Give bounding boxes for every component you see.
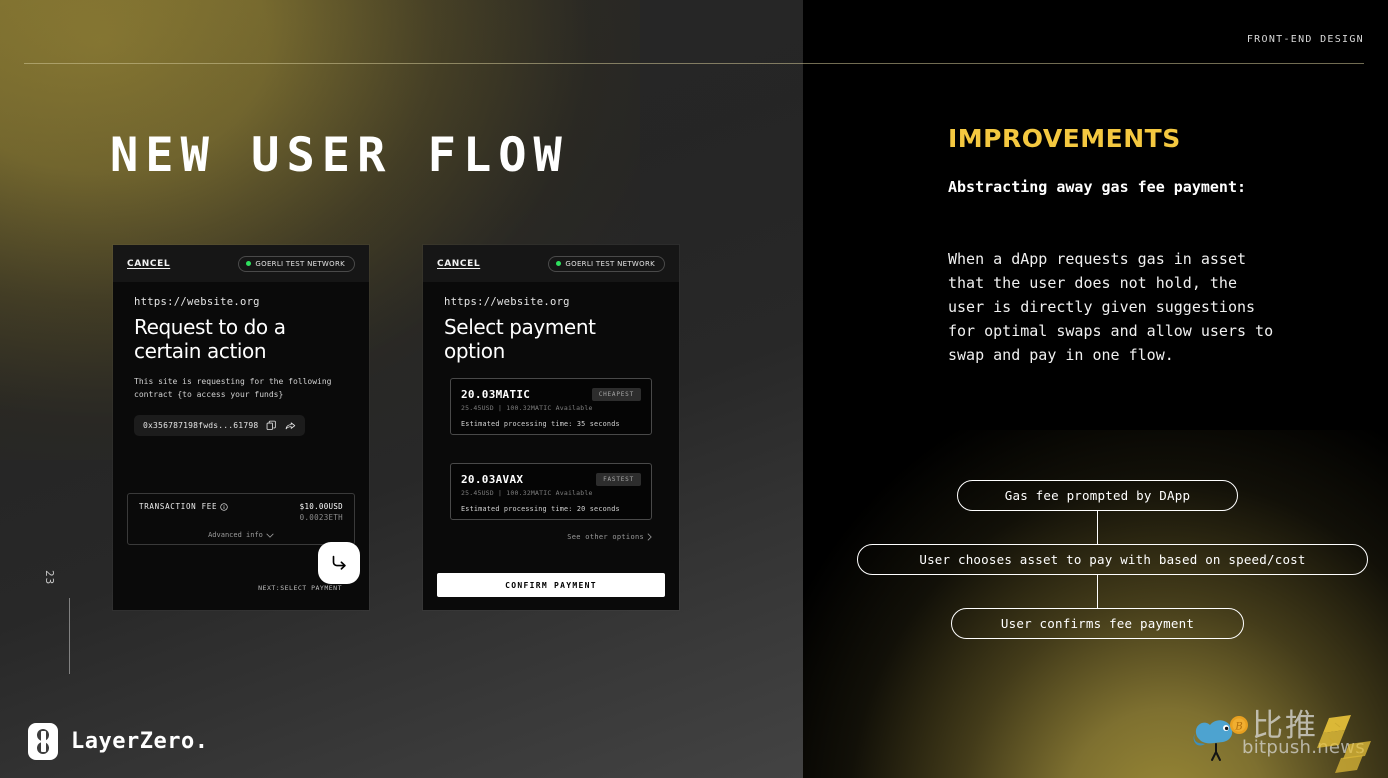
chevron-right-icon xyxy=(647,533,652,541)
network-status-dot-icon xyxy=(246,261,252,266)
layerzero-logo-icon xyxy=(28,723,58,760)
phone1-network-badge[interactable]: GOERLI TEST NETWORK xyxy=(238,255,355,272)
improvements-title: IMPROVEMENTS xyxy=(948,124,1181,153)
page-number: 23 xyxy=(43,570,56,586)
footer-brand: LayerZero. xyxy=(28,723,208,760)
phone1-contract-address: 0x356787198fwds...61798 xyxy=(143,420,259,430)
phone2-network-label: GOERLI TEST NETWORK xyxy=(565,259,655,268)
network-status-dot-icon xyxy=(556,261,562,266)
payment-option-header: 20.03AVAX FASTEST xyxy=(461,473,641,486)
phone1-advanced-info-label: Advanced info xyxy=(208,531,263,539)
layerzero-logo-bar xyxy=(40,731,46,752)
phone1-fee-eth: 0.0023ETH xyxy=(299,513,343,522)
improvements-lead: Abstracting away gas fee payment: xyxy=(948,178,1247,196)
phone1-fee-row: TRANSACTION FEE $10.00USD 0.0023ETH xyxy=(139,502,343,522)
share-icon[interactable] xyxy=(285,420,296,431)
phone2-body: https://website.org Select payment optio… xyxy=(423,282,679,610)
phone1-transaction-fee-card: TRANSACTION FEE $10.00USD 0.0023ETH Adva… xyxy=(127,493,355,545)
info-icon[interactable] xyxy=(220,502,228,511)
improvements-body: When a dApp requests gas in asset that t… xyxy=(948,250,1274,364)
phone1-subtext: This site is requesting for the followin… xyxy=(134,376,332,399)
phone1-fee-label-group: TRANSACTION FEE xyxy=(139,502,228,511)
page-number-rule xyxy=(69,598,70,674)
phone2-heading: Select payment option xyxy=(444,315,596,364)
arrow-turn-right-icon xyxy=(332,555,346,570)
phone-mockup-request-action: CANCEL GOERLI TEST NETWORK https://websi… xyxy=(113,245,369,610)
bitpush-geometric-mark-icon xyxy=(1317,715,1371,773)
phone1-next-label: NEXT:SELECT PAYMENT xyxy=(258,584,342,592)
confirm-payment-button[interactable]: CONFIRM PAYMENT xyxy=(437,573,665,597)
phone1-fee-usd: $10.00USD xyxy=(299,502,343,511)
phone1-url: https://website.org xyxy=(134,296,260,308)
chevron-down-icon xyxy=(266,533,274,538)
phone-mockup-select-payment: CANCEL GOERLI TEST NETWORK https://websi… xyxy=(423,245,679,610)
payment-option-badge: CHEAPEST xyxy=(591,388,641,401)
see-other-options-label: See other options xyxy=(567,533,644,541)
footer-brand-name: LayerZero. xyxy=(71,729,209,754)
page-title: NEW USER FLOW xyxy=(110,128,569,183)
phone1-next-button[interactable] xyxy=(318,542,360,584)
phone1-contract-address-pill[interactable]: 0x356787198fwds...61798 xyxy=(134,414,306,436)
payment-option-badge: FASTEST xyxy=(596,473,641,486)
phone1-advanced-info-toggle[interactable]: Advanced info xyxy=(139,531,343,539)
phone2-cancel-button[interactable]: CANCEL xyxy=(437,259,480,269)
phone1-heading: Request to do a certain action xyxy=(134,315,286,364)
phone1-fee-amounts: $10.00USD 0.0023ETH xyxy=(300,502,343,522)
payment-option-header: 20.03MATIC CHEAPEST xyxy=(461,388,641,401)
payment-option-meta: 25.45USD | 100.32MATIC Available xyxy=(461,404,593,412)
phone2-network-badge[interactable]: GOERLI TEST NETWORK xyxy=(548,255,665,272)
phone1-topbar: CANCEL GOERLI TEST NETWORK xyxy=(113,245,369,282)
payment-option-eta: Estimated processing time: 20 seconds xyxy=(461,505,620,513)
svg-text:B: B xyxy=(1234,722,1242,733)
slide-stage: FRONT-END DESIGN NEW USER FLOW 23 CANCEL… xyxy=(0,0,1388,778)
payment-option-card[interactable]: 20.03MATIC CHEAPEST 25.45USD | 100.32MAT… xyxy=(450,378,652,435)
phone1-fee-label: TRANSACTION FEE xyxy=(139,502,218,511)
payment-option-amount: 20.03MATIC xyxy=(461,388,531,401)
phone1-network-label: GOERLI TEST NETWORK xyxy=(255,259,345,268)
phone2-url: https://website.org xyxy=(444,296,570,308)
header-label: FRONT-END DESIGN xyxy=(1246,34,1364,45)
payment-option-eta: Estimated processing time: 35 seconds xyxy=(461,420,620,428)
payment-option-card[interactable]: 20.03AVAX FASTEST 25.45USD | 100.32MATIC… xyxy=(450,463,652,520)
header-divider xyxy=(24,63,1364,64)
see-other-options-link[interactable]: See other options xyxy=(567,533,652,541)
copy-icon[interactable] xyxy=(266,420,277,431)
payment-option-amount: 20.03AVAX xyxy=(461,473,524,486)
phone2-topbar: CANCEL GOERLI TEST NETWORK xyxy=(423,245,679,282)
phone1-cancel-button[interactable]: CANCEL xyxy=(127,259,170,269)
payment-option-meta: 25.45USD | 100.32MATIC Available xyxy=(461,489,593,497)
bitpush-watermark: B 比推 bitpush.news xyxy=(1190,700,1380,773)
